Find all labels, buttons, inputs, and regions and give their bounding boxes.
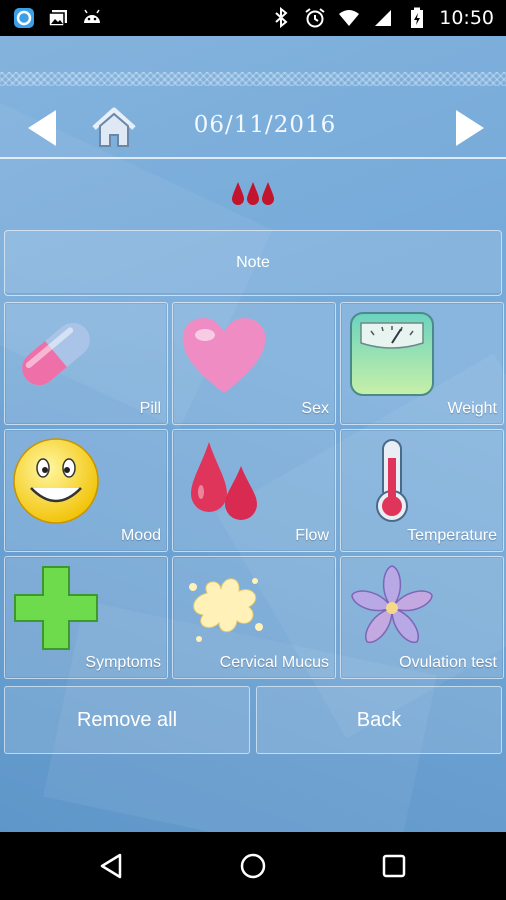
mood-label: Mood <box>120 527 161 544</box>
clock: 10:50 <box>439 7 494 29</box>
plus-icon <box>14 566 98 650</box>
system-home-button[interactable] <box>239 852 267 880</box>
system-back-button[interactable] <box>98 852 126 880</box>
system-navigation-bar <box>0 832 506 900</box>
note-button[interactable]: Note <box>4 230 502 296</box>
photo-icon <box>46 6 70 30</box>
previous-day-button[interactable] <box>22 106 66 150</box>
next-day-button[interactable] <box>446 106 490 150</box>
app-screen: 06/11/2016 Note Pill Sex Weight Mood Flo… <box>0 36 506 832</box>
cell-signal-icon <box>371 6 395 30</box>
wifi-icon <box>337 6 361 30</box>
alarm-icon <box>303 6 327 30</box>
blood-drops-icon <box>230 178 276 208</box>
header-pattern-strip <box>0 72 506 86</box>
date-navigation: 06/11/2016 <box>0 88 506 160</box>
header-divider <box>0 157 506 159</box>
symptoms-tile[interactable]: Symptoms <box>4 556 168 679</box>
weight-label: Weight <box>447 400 497 417</box>
drops-icon <box>191 442 257 520</box>
note-label: Note <box>236 254 270 271</box>
weight-tile[interactable]: Weight <box>340 302 504 425</box>
status-bar: 10:50 <box>0 0 506 36</box>
ovulation-test-tile[interactable]: Ovulation test <box>340 556 504 679</box>
bluetooth-icon <box>269 6 293 30</box>
app-icon <box>12 6 36 30</box>
pill-label: Pill <box>139 400 161 417</box>
flow-tile[interactable]: Flow <box>172 429 336 552</box>
home-button[interactable] <box>90 104 138 152</box>
back-label: Back <box>356 708 402 731</box>
pill-tile[interactable]: Pill <box>4 302 168 425</box>
home-circle-icon <box>240 853 266 879</box>
back-triangle-icon <box>100 853 122 879</box>
scale-icon <box>350 312 434 396</box>
remove-all-button[interactable]: Remove all <box>4 686 250 754</box>
pill-icon <box>22 322 90 386</box>
back-button[interactable]: Back <box>256 686 502 754</box>
remove-all-label: Remove all <box>76 708 178 731</box>
recents-square-icon <box>382 854 406 878</box>
current-date: 06/11/2016 <box>193 112 337 138</box>
android-icon <box>80 6 104 30</box>
splash-icon <box>189 578 263 642</box>
symptoms-label: Symptoms <box>85 654 161 671</box>
temperature-tile[interactable]: Temperature <box>340 429 504 552</box>
left-arrow-icon <box>28 110 56 146</box>
mood-tile[interactable]: Mood <box>4 429 168 552</box>
heart-icon <box>182 318 266 393</box>
cervical-mucus-tile[interactable]: Cervical Mucus <box>172 556 336 679</box>
home-icon <box>92 107 136 147</box>
battery-icon <box>405 6 429 30</box>
sex-label: Sex <box>301 400 329 417</box>
cervical-mucus-label: Cervical Mucus <box>219 654 329 671</box>
ovulation-test-label: Ovulation test <box>399 654 497 671</box>
thermometer-icon <box>376 439 408 522</box>
smiley-icon <box>13 438 99 524</box>
flower-icon <box>351 565 433 644</box>
right-arrow-icon <box>456 110 484 146</box>
sex-tile[interactable]: Sex <box>172 302 336 425</box>
flow-label: Flow <box>295 527 329 544</box>
temperature-label: Temperature <box>407 527 497 544</box>
system-recents-button[interactable] <box>380 852 408 880</box>
